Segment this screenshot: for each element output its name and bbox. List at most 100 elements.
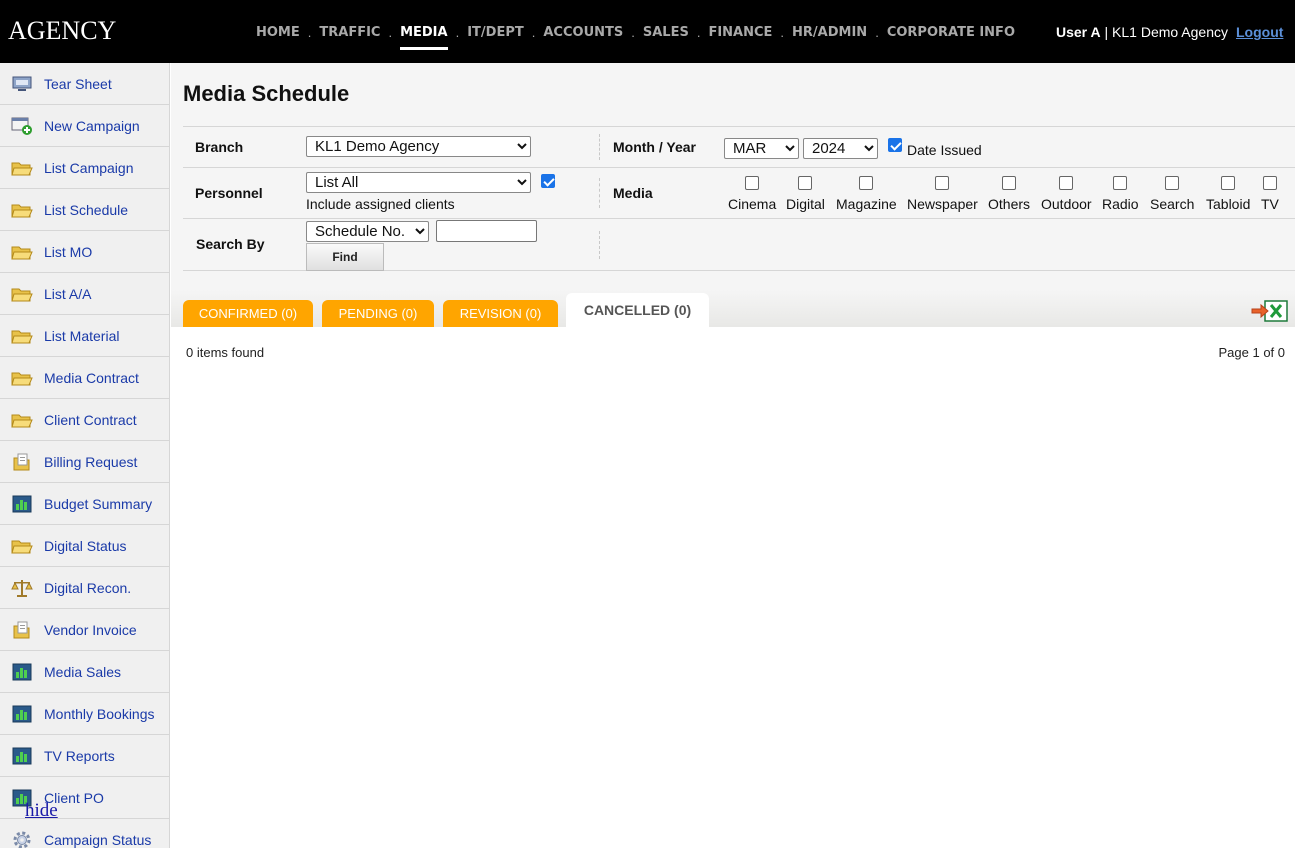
month-year-label: Month / Year [613,139,696,155]
folder-open-icon [10,284,34,304]
sidebar-item-tv-reports[interactable]: TV Reports [0,735,169,777]
media-option-magazine[interactable]: Magazine [836,176,897,212]
main-panel: Media Schedule Branch KL1 Demo Agency Mo… [171,63,1295,327]
include-assigned-checkbox[interactable] [541,174,555,188]
nav-corporate-info[interactable]: CORPORATE INFO [887,25,1015,50]
search-by-label: Search By [196,236,265,252]
nav-accounts[interactable]: ACCOUNTS [543,25,623,50]
folder-open-icon [10,158,34,178]
sidebar-item-vendor-invoice[interactable]: Vendor Invoice [0,609,169,651]
nav-traffic[interactable]: TRAFFIC [319,25,380,50]
tab-revision[interactable]: REVISION (0) [443,300,558,327]
sidebar-item-new-campaign[interactable]: New Campaign [0,105,169,147]
date-issued-checkbox[interactable] [888,138,902,152]
folder-open-icon [10,326,34,346]
search-by-select[interactable]: Schedule No. [306,221,429,242]
nav-separator: . [455,25,460,40]
search-input[interactable] [436,220,537,242]
sidebar-item-campaign-status[interactable]: Campaign Status [0,819,169,848]
media-option-others[interactable]: Others [988,176,1030,212]
sidebar-item-list-material[interactable]: List Material [0,315,169,357]
sidebar-item-list-campaign[interactable]: List Campaign [0,147,169,189]
hide-sidebar-link[interactable]: hide [25,800,58,822]
sidebar-item-digital-recon[interactable]: Digital Recon. [0,567,169,609]
sidebar-item-label: Client Contract [44,411,137,428]
nav-it-dept[interactable]: IT/DEPT [467,25,524,50]
sidebar-item-label: List MO [44,243,93,260]
folder-open-icon [10,242,34,262]
document-folder-icon [10,620,34,640]
tab-pending[interactable]: PENDING (0) [322,300,434,327]
tab-cancelled[interactable]: CANCELLED (0) [566,293,709,327]
media-option-digital[interactable]: Digital [786,176,825,212]
sidebar-item-digital-status[interactable]: Digital Status [0,525,169,567]
month-select[interactable]: MAR [724,138,799,159]
nav-separator: . [780,25,785,40]
logout-link[interactable]: Logout [1236,24,1283,40]
nav-hr-admin[interactable]: HR/ADMIN [792,25,867,50]
sidebar-item-tear-sheet[interactable]: Tear Sheet [0,63,169,105]
sidebar-item-label: Monthly Bookings [44,705,155,722]
media-option-search[interactable]: Search [1150,176,1194,212]
export-excel-icon[interactable] [1251,298,1289,329]
tab-confirmed[interactable]: CONFIRMED (0) [183,300,313,327]
folder-open-icon [10,536,34,556]
others-checkbox[interactable] [1002,176,1016,190]
media-option-label: Tabloid [1206,196,1251,212]
bar-chart-icon [10,704,34,724]
year-select[interactable]: 2024 [803,138,878,159]
personnel-label: Personnel [195,185,263,201]
document-folder-icon [10,452,34,472]
media-option-radio[interactable]: Radio [1102,176,1139,212]
cinema-checkbox[interactable] [745,176,760,190]
branch-select[interactable]: KL1 Demo Agency [306,136,531,157]
nav-sales[interactable]: SALES [643,25,689,50]
sidebar-item-label: Digital Recon. [44,579,132,596]
sidebar-item-monthly-bookings[interactable]: Monthly Bookings [0,693,169,735]
personnel-select[interactable]: List All [306,172,531,193]
sidebar-item-label: Digital Status [44,537,127,554]
sidebar-item-media-contract[interactable]: Media Contract [0,357,169,399]
media-option-label: Newspaper [907,196,978,212]
column-divider [599,178,600,208]
sidebar-item-budget-summary[interactable]: Budget Summary [0,483,169,525]
column-divider [599,231,600,259]
sidebar-item-client-contract[interactable]: Client Contract [0,399,169,441]
nav-separator: . [531,25,536,40]
find-button[interactable]: Find [306,243,384,271]
filter-row-personnel: Personnel List All Include assigned clie… [183,168,1295,219]
nav-media[interactable]: MEDIA [400,25,448,50]
main-nav: HOME . TRAFFIC . MEDIA . IT/DEPT . ACCOU… [256,25,1015,50]
media-option-cinema[interactable]: Cinema [728,176,776,212]
sidebar-item-label: Campaign Status [44,831,152,848]
folder-open-icon [10,368,34,388]
tv-checkbox[interactable] [1262,176,1277,190]
media-option-tabloid[interactable]: Tabloid [1206,176,1250,212]
tabloid-checkbox[interactable] [1221,176,1236,190]
media-option-label: TV [1261,196,1279,212]
filter-form: Branch KL1 Demo Agency Month / Year MAR … [183,126,1295,271]
nav-finance[interactable]: FINANCE [708,25,772,50]
newspaper-checkbox[interactable] [935,176,950,190]
media-option-outdoor[interactable]: Outdoor [1041,176,1092,212]
bar-chart-icon [10,662,34,682]
nav-home[interactable]: HOME [256,25,300,50]
sidebar-item-media-sales[interactable]: Media Sales [0,651,169,693]
media-option-newspaper[interactable]: Newspaper [907,176,978,212]
date-issued-label: Date Issued [907,142,982,158]
sidebar-item-list-schedule[interactable]: List Schedule [0,189,169,231]
sidebar-item-list-mo[interactable]: List MO [0,231,169,273]
sidebar-item-list-aa[interactable]: List A/A [0,273,169,315]
search-checkbox[interactable] [1165,176,1180,190]
sidebar-item-label: Media Sales [44,663,122,680]
include-assigned-label: Include assigned clients [306,196,455,212]
magazine-checkbox[interactable] [859,176,874,190]
digital-checkbox[interactable] [798,176,813,190]
scales-icon [10,578,34,598]
outdoor-checkbox[interactable] [1059,176,1074,190]
sidebar-item-billing-request[interactable]: Billing Request [0,441,169,483]
monitor-icon [10,74,34,94]
radio-checkbox[interactable] [1113,176,1128,190]
media-option-tv[interactable]: TV [1261,176,1279,212]
media-option-label: Cinema [728,196,777,212]
